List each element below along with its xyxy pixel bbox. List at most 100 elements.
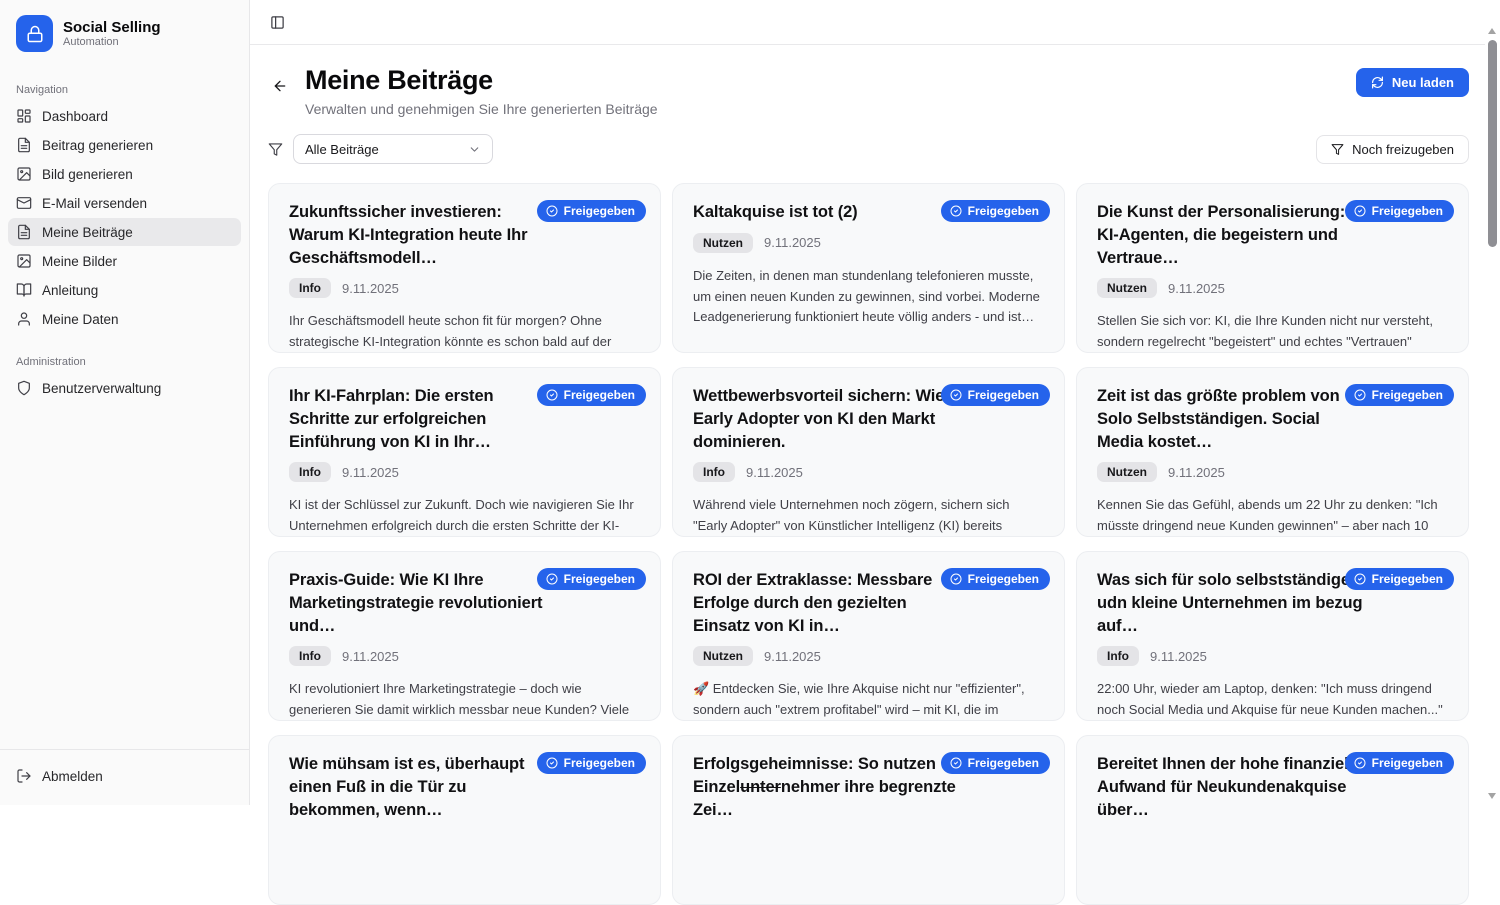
sidebar-item-beitrag-generieren[interactable]: Beitrag generieren [8,131,241,159]
post-card[interactable]: Erfolgsgeheimnisse: So nutzen Einzelunte… [672,735,1065,905]
sidebar-item-label: Bild generieren [42,167,133,182]
sidebar-item-label: Dashboard [42,109,108,124]
reload-button[interactable]: Neu laden [1356,68,1469,97]
status-badge: Freigegeben [1345,200,1454,222]
status-badge: Freigegeben [941,752,1050,774]
sidebar-toggle-button[interactable] [266,11,288,33]
check-circle-icon [1354,389,1366,401]
sidebar-footer: Abmelden [0,749,249,805]
post-card[interactable]: Ihr KI-Fahrplan: Die ersten Schritte zur… [268,367,661,537]
sidebar-item-meine-beitraege[interactable]: Meine Beiträge [8,218,241,246]
check-circle-icon [546,573,558,585]
post-date: 9.11.2025 [764,235,821,250]
post-title: Wettbewerbsvorteil sichern: Wie Early Ad… [693,385,961,453]
logout-button[interactable]: Abmelden [8,762,241,790]
status-badge: Freigegeben [1345,752,1454,774]
check-circle-icon [950,389,962,401]
sidebar: Social Selling Automation Navigation Das… [0,0,250,805]
arrow-left-icon [272,78,288,94]
post-date: 9.11.2025 [1150,649,1207,664]
post-excerpt: Kennen Sie das Gefühl, abends um 22 Uhr … [1097,495,1448,537]
post-date: 9.11.2025 [342,465,399,480]
sidebar-admin-nav: Benutzerverwaltung [0,374,249,403]
post-title: Wie mühsam ist es, überhaupt einen Fuß i… [289,753,557,821]
post-card[interactable]: Wettbewerbsvorteil sichern: Wie Early Ad… [672,367,1065,537]
sidebar-item-label: Meine Beiträge [42,225,133,240]
post-title: Ihr KI-Fahrplan: Die ersten Schritte zur… [289,385,557,453]
post-title: Zukunftssicher investieren: Warum KI-Int… [289,201,557,269]
panel-left-icon [270,15,285,30]
post-title: Bereitet Ihnen der hohe finanzielle Aufw… [1097,753,1365,821]
logout-label: Abmelden [42,769,103,784]
check-circle-icon [950,205,962,217]
check-circle-icon [1354,757,1366,769]
lock-icon [16,15,53,52]
scrollbar-thumb[interactable] [1488,40,1497,247]
dashboard-icon [16,108,32,124]
post-title: Praxis-Guide: Wie KI Ihre Marketingstrat… [289,569,557,637]
sidebar-item-benutzerverwaltung[interactable]: Benutzerverwaltung [8,374,241,402]
filter-icon [268,142,283,157]
back-button[interactable] [268,74,292,98]
posts-filter-select[interactable]: Alle Beiträge [293,134,493,164]
post-date: 9.11.2025 [342,649,399,664]
category-tag: Nutzen [1097,278,1157,298]
post-card[interactable]: Wie mühsam ist es, überhaupt einen Fuß i… [268,735,661,905]
logout-icon [16,768,32,784]
post-date: 9.11.2025 [342,281,399,296]
scroll-up-arrow[interactable] [1488,28,1496,34]
category-tag: Nutzen [1097,462,1157,482]
post-card[interactable]: Praxis-Guide: Wie KI Ihre Marketingstrat… [268,551,661,721]
post-card[interactable]: Zeit ist das größte problem von Solo Sel… [1076,367,1469,537]
status-badge: Freigegeben [1345,384,1454,406]
filter-selected-value: Alle Beiträge [305,142,379,157]
sidebar-item-label: Meine Daten [42,312,119,327]
file-text-icon [16,224,32,240]
category-tag: Info [289,646,331,666]
post-card[interactable]: ROI der Extraklasse: Messbare Erfolge du… [672,551,1065,721]
check-circle-icon [950,573,962,585]
app-name: Social Selling [63,19,161,36]
user-icon [16,311,32,327]
refresh-icon [1371,76,1384,89]
check-circle-icon [1354,573,1366,585]
post-card[interactable]: Was sich für solo selbstständige udn kle… [1076,551,1469,721]
post-date: 9.11.2025 [746,465,803,480]
sidebar-item-meine-bilder[interactable]: Meine Bilder [8,247,241,275]
post-card[interactable]: Bereitet Ihnen der hohe finanzielle Aufw… [1076,735,1469,905]
post-title: Was sich für solo selbstständige udn kle… [1097,569,1365,637]
sidebar-item-bild-generieren[interactable]: Bild generieren [8,160,241,188]
pending-approval-button[interactable]: Noch freizugeben [1316,135,1469,164]
pending-approval-label: Noch freizugeben [1352,142,1454,157]
sidebar-item-dashboard[interactable]: Dashboard [8,102,241,130]
scrollbar[interactable] [1485,0,1500,805]
status-badge: Freigegeben [537,752,646,774]
app-tagline: Automation [63,36,161,48]
sidebar-section-administration: Administration [0,356,249,368]
post-card[interactable]: Kaltakquise ist tot (2) Freigegeben Nutz… [672,183,1065,353]
check-circle-icon [1354,205,1366,217]
scroll-down-arrow[interactable] [1488,793,1496,799]
post-date: 9.11.2025 [1168,281,1225,296]
post-excerpt: Stellen Sie sich vor: KI, die Ihre Kunde… [1097,311,1448,353]
image-icon [16,253,32,269]
status-badge: Freigegeben [941,568,1050,590]
post-excerpt: Die Zeiten, in denen man stundenlang tel… [693,266,1044,328]
sidebar-item-email-versenden[interactable]: E-Mail versenden [8,189,241,217]
sidebar-nav: Dashboard Beitrag generieren Bild generi… [0,102,249,334]
sidebar-item-anleitung[interactable]: Anleitung [8,276,241,304]
page-subtitle: Verwalten und genehmigen Sie Ihre generi… [305,101,658,117]
mail-icon [16,195,32,211]
post-card[interactable]: Zukunftssicher investieren: Warum KI-Int… [268,183,661,353]
sidebar-item-meine-daten[interactable]: Meine Daten [8,305,241,333]
post-title: Erfolgsgeheimnisse: So nutzen Einzelunte… [693,753,961,821]
image-icon [16,166,32,182]
sidebar-section-navigation: Navigation [0,84,249,96]
category-tag: Info [1097,646,1139,666]
check-circle-icon [546,205,558,217]
post-date: 9.11.2025 [764,649,821,664]
category-tag: Info [289,462,331,482]
topbar [250,0,1485,45]
main-area: Meine Beiträge Verwalten und genehmigen … [250,0,1485,805]
post-card[interactable]: Die Kunst der Personalisierung: KI-Agent… [1076,183,1469,353]
